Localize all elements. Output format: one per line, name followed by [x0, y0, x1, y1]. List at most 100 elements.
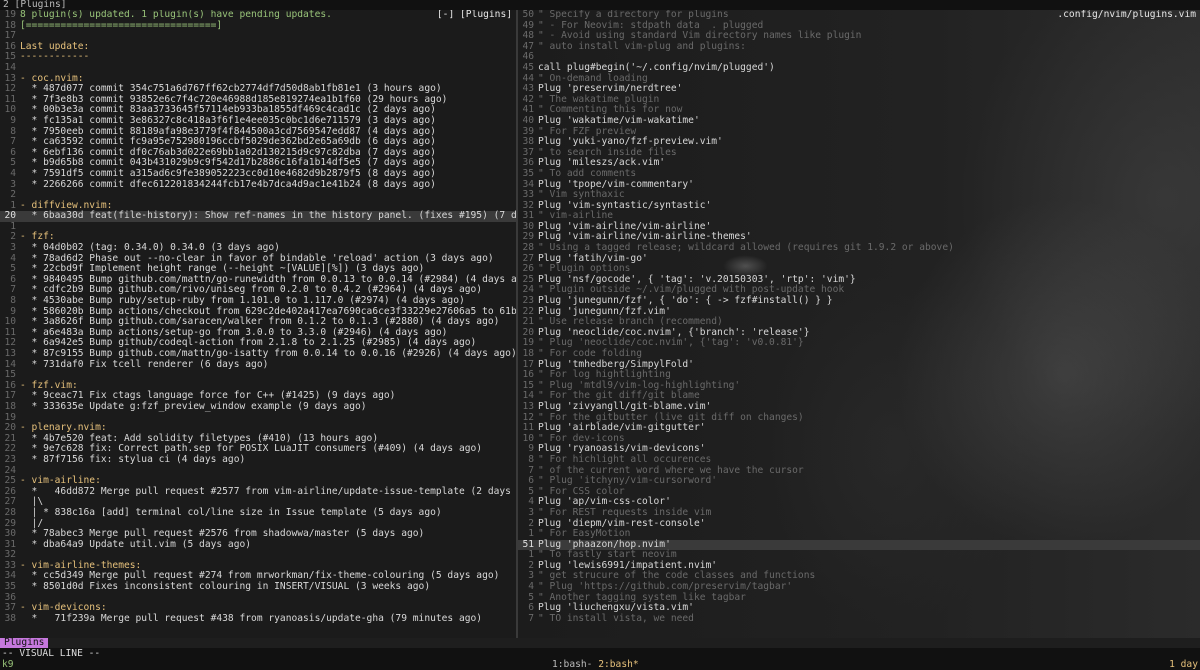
- line-text: - coc.nvim:: [20, 72, 84, 84]
- line-text: * 9ceac71 Fix ctags language force for C…: [20, 390, 396, 402]
- right-line[interactable]: 32 Plug 'vim-syntastic/syntastic': [518, 200, 1200, 212]
- left-line[interactable]: 1: [0, 221, 516, 233]
- line-text: Plug 'diepm/vim-rest-console': [538, 517, 706, 529]
- line-text: Plug 'fatih/vim-go': [538, 252, 648, 264]
- line-text: " Another tagging system like tagbar: [538, 591, 746, 603]
- line-text: * dba64a9 Update util.vim (5 days ago): [20, 538, 252, 550]
- vim-command-line[interactable]: -- VISUAL LINE --: [0, 648, 1200, 659]
- plugins-pane[interactable]: [-] [Plugins] 19 8 plugin(s) updated. 1 p…: [0, 10, 516, 638]
- plugins-update-log[interactable]: 19 8 plugin(s) updated. 1 plugin(s) have …: [0, 10, 516, 624]
- line-text: 8 plugin(s) updated. 1 plugin(s) have pe…: [20, 10, 332, 20]
- line-text: " For EasyMotion: [538, 528, 631, 540]
- line-text: * fc135a1 commit 3e86327c8c418a3f6f1e4ee…: [20, 114, 436, 126]
- line-text: " For the git diff/git blame: [538, 390, 700, 402]
- line-text: * 4b7e520 feat: Add solidity filetypes (…: [20, 432, 379, 444]
- line-text: * 00b3e3a commit 83aa3733645f57114eb933b…: [20, 104, 436, 116]
- line-text: Plug 'nsf/gocode', { 'tag': 'v.20150303'…: [538, 273, 856, 285]
- line-text: * 87c9155 Bump github.com/mattn/go-isatt…: [20, 348, 516, 359]
- statusline-mode-pill: Plugins: [0, 638, 49, 648]
- line-text: Plug 'tpope/vim-commentary': [538, 178, 694, 190]
- line-text: * 46dd872 Merge pull request #2577 from …: [20, 485, 516, 497]
- line-text: " Commenting this for now: [538, 104, 683, 116]
- left-line[interactable]: 14 * 731daf0 Fix tcell renderer (6 days …: [0, 358, 516, 371]
- right-line[interactable]: 7 " TO install vista, we need: [518, 612, 1200, 625]
- line-text: " To fastly start neovim: [538, 549, 677, 561]
- line-text: * 8501d0d Fixes inconsistent colouring i…: [20, 581, 431, 593]
- line-text: * 87f7156 fix: stylua ci (4 days ago): [20, 453, 246, 465]
- left-line[interactable]: 3 * 2266266 commit dfec612201834244fcb17…: [0, 178, 516, 191]
- line-text: Plug 'liuchengxu/vista.vim': [538, 602, 694, 614]
- line-text: * 2266266 commit dfec612201834244fcb17e4…: [20, 178, 436, 190]
- line-text: " Plug 'neoclide/coc.nvim', {'tag': 'v0.…: [538, 337, 804, 349]
- line-text: - fzf.vim:: [20, 379, 78, 391]
- line-text: * 3a8626f Bump github.com/saracen/walker…: [20, 316, 500, 328]
- left-line[interactable]: 15 ------------: [0, 52, 516, 63]
- tmux-session-name: k9: [2, 659, 14, 670]
- right-line[interactable]: 47 " auto install vim-plug and plugins:: [518, 41, 1200, 53]
- line-number: 7: [528, 612, 534, 624]
- line-text: * 04d0b02 (tag: 0.34.0) 0.34.0 (3 days a…: [20, 242, 280, 254]
- left-line[interactable]: 26 * 46dd872 Merge pull request #2577 fr…: [0, 485, 516, 498]
- left-line[interactable]: 18 * 333635e Update g:fzf_preview_window…: [0, 400, 516, 413]
- line-number: 13: [4, 348, 16, 359]
- line-number: 18: [4, 400, 16, 412]
- line-text: " For CSS color: [538, 485, 625, 497]
- line-text: " The wakatime plugin: [538, 93, 660, 105]
- line-text: Plug 'ryanoasis/vim-devicons': [538, 443, 706, 455]
- line-text: - plenary.nvim:: [20, 422, 107, 434]
- line-text: * 7591df5 commit a315ad6c9fe389052223cc0…: [20, 167, 436, 179]
- left-line[interactable]: 35 * 8501d0d Fixes inconsistent colourin…: [0, 581, 516, 593]
- line-text: Plug 'preservim/nerdtree': [538, 83, 683, 95]
- terminal-title-bar: 2 [Plugins]: [0, 0, 1200, 10]
- line-text: " TO install vista, we need: [538, 612, 694, 624]
- line-text: Last update:: [20, 40, 90, 52]
- line-text: " For the gitbutter (live git diff on ch…: [538, 411, 804, 423]
- vim-statusline: Plugins: [0, 638, 1200, 648]
- tmux-status-bar: k9 1:bash- 2:bash* 1 day: [0, 659, 1200, 670]
- line-text: " For REST requests inside vim: [538, 506, 712, 518]
- line-text: * 9e7c628 fix: Correct path.sep for POSI…: [20, 443, 483, 455]
- tmux-window-1[interactable]: 1:bash-: [552, 659, 592, 670]
- line-text: - vim-devicons:: [20, 602, 107, 614]
- line-text: * 731daf0 Fix tcell renderer (6 days ago…: [20, 358, 269, 370]
- line-text: " Specify a directory for plugins: [538, 10, 729, 20]
- line-number: 28: [4, 506, 16, 518]
- left-line[interactable]: 31 * dba64a9 Update util.vim (5 days ago…: [0, 538, 516, 551]
- left-line[interactable]: 20 * 6baa30d feat(file-history): Show re…: [0, 210, 516, 222]
- line-text: * 6baa30d feat(file-history): Show ref-n…: [20, 210, 516, 222]
- left-line[interactable]: 18 [=================================]: [0, 19, 516, 32]
- line-text: | * 838c16a [add] terminal col/line size…: [20, 506, 442, 518]
- left-line[interactable]: 23 * 87f7156 fix: stylua ci (4 days ago): [0, 453, 516, 466]
- line-text: " vim-airline: [538, 210, 614, 222]
- line-text: Plug 'mileszs/ack.vim': [538, 157, 666, 169]
- left-line[interactable]: 38 * 71f239a Merge pull request #438 fro…: [0, 612, 516, 625]
- line-text: * 78abec3 Merge pull request #2576 from …: [20, 528, 425, 540]
- line-number: 18: [522, 348, 534, 359]
- tmux-status-right: 1 day: [1169, 659, 1198, 670]
- line-text: Plug 'tmhedberg/SimpylFold': [538, 358, 694, 370]
- line-text: Plug 'ap/vim-css-color': [538, 496, 671, 508]
- line-text: * 6a942e5 Bump github/codeql-action from…: [20, 337, 477, 349]
- line-text: Plug 'airblade/vim-gitgutter': [538, 422, 706, 434]
- line-text: " For hichlight all occurences: [538, 453, 712, 465]
- line-number: 8: [528, 453, 534, 465]
- line-text: Plug 'neoclide/coc.nvim', {'branch': 're…: [538, 326, 810, 338]
- line-text: [=================================]: [20, 19, 223, 31]
- plugins-vim-source[interactable]: 50 " Specify a directory for plugins 49 " -…: [518, 10, 1200, 624]
- tmux-window-2-active[interactable]: 2:bash*: [598, 659, 638, 670]
- line-text: Plug 'wakatime/vim-wakatime': [538, 114, 700, 126]
- line-text: " Use release branch (recommend): [538, 316, 723, 328]
- line-text: " To add comments: [538, 167, 637, 179]
- line-text: * 586020b Bump actions/checkout from 629…: [31, 305, 516, 317]
- editor-pane[interactable]: .config/nvim/plugins.vim 50 " Specify a d…: [518, 10, 1200, 638]
- line-number: 13: [522, 400, 534, 412]
- line-text: * 7950eeb commit 88189afa98e3779f4f84450…: [20, 125, 436, 137]
- line-text: - vim-airline-themes:: [20, 559, 142, 571]
- line-number: 14: [4, 61, 16, 73]
- line-text: * ca63592 commit fc9a95e752980196ccbf502…: [20, 136, 436, 148]
- line-number: 45: [522, 61, 534, 73]
- line-number: 23: [4, 453, 16, 465]
- left-line[interactable]: 28 | * 838c16a [add] terminal col/line s…: [0, 506, 516, 519]
- line-text: * 71f239a Merge pull request #438 from r…: [20, 612, 483, 624]
- line-text: * 22cbd9f Implement height range (--heig…: [20, 263, 425, 275]
